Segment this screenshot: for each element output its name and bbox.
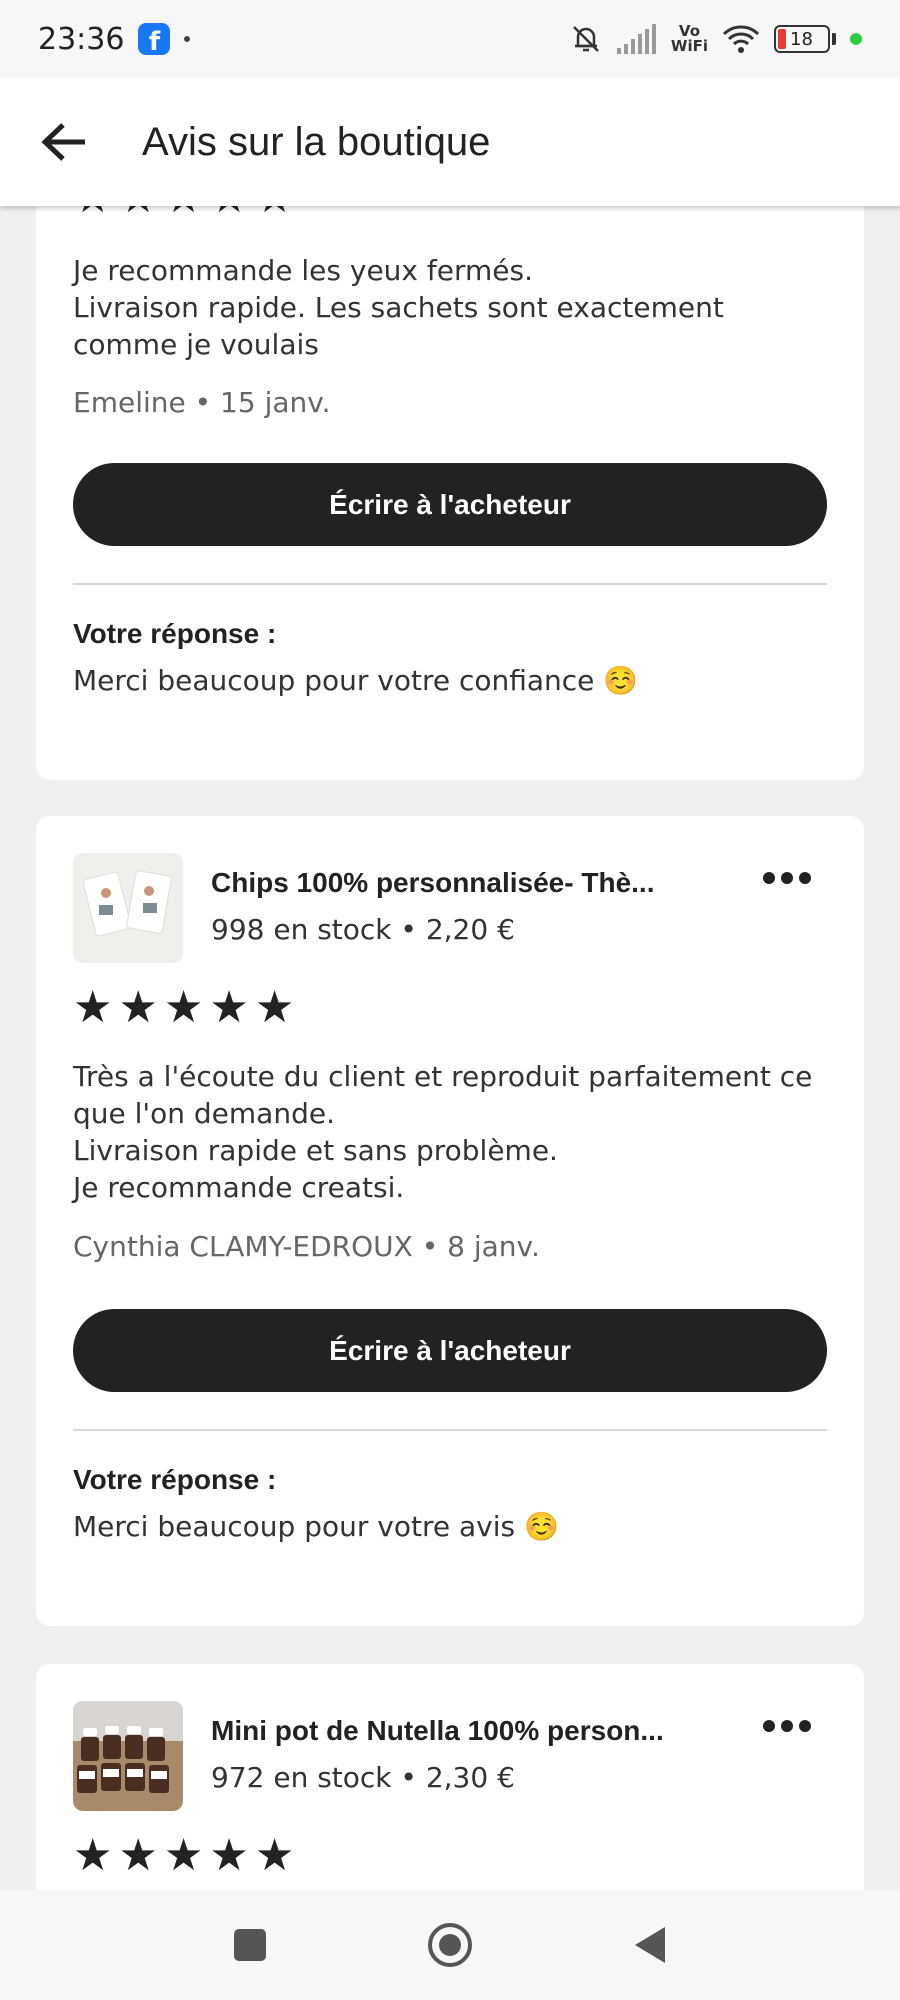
listing-row[interactable]: Mini pot de Nutella 100% person... 972 e… <box>73 1701 827 1811</box>
dot-icon <box>799 1720 811 1732</box>
privacy-indicator-dot <box>850 33 862 45</box>
star-icon: ★ <box>254 1830 295 1881</box>
star-icon: ★ <box>254 982 295 1033</box>
review-text: Je recommande les yeux fermés. Livraison… <box>73 254 724 361</box>
listing-stock-price: 998 en stock • 2,20 € <box>211 913 515 946</box>
signal-icon <box>616 24 657 54</box>
divider <box>73 583 827 585</box>
star-icon: ★ <box>209 1830 249 1881</box>
listing-info: Mini pot de Nutella 100% person... 972 e… <box>211 1701 741 1794</box>
star-icon: ★ <box>118 1830 158 1881</box>
recent-apps-icon <box>234 1929 266 1961</box>
listing-thumbnail[interactable] <box>73 853 183 963</box>
status-icons: Vo WiFi 18 <box>569 22 862 56</box>
review-card: Mini pot de Nutella 100% person... 972 e… <box>36 1664 864 1890</box>
page-title: Avis sur la boutique <box>142 119 491 164</box>
notification-dot-icon <box>184 36 191 42</box>
status-time: 23:36 <box>38 21 125 57</box>
back-nav-button[interactable] <box>620 1915 680 1975</box>
response-label: Votre réponse : <box>73 618 277 649</box>
home-button[interactable] <box>420 1915 480 1975</box>
more-options-button[interactable] <box>747 853 827 903</box>
dot-icon <box>781 1720 793 1732</box>
arrow-left-icon <box>41 123 85 161</box>
reviews-list[interactable]: ★ ★ ★ ★ ★ Je recommande les yeux fermés.… <box>0 206 900 1890</box>
more-options-button[interactable] <box>747 1701 827 1751</box>
battery-tip <box>832 33 836 45</box>
facebook-icon: f <box>138 23 171 55</box>
dot-icon <box>763 1720 775 1732</box>
listing-thumbnail[interactable] <box>73 1701 183 1811</box>
star-icon: ★ <box>118 206 157 220</box>
listing-row[interactable]: Chips 100% personnalisée- Thè... 998 en … <box>73 853 827 963</box>
divider <box>73 1429 827 1431</box>
star-icon: ★ <box>163 982 204 1033</box>
vowifi-label: Vo WiFi <box>670 22 708 55</box>
star-icon: ★ <box>163 1830 204 1881</box>
response-text: Merci beaucoup pour votre avis ☺️ <box>73 1510 559 1543</box>
star-icon: ★ <box>73 982 113 1033</box>
listing-stock-price: 972 en stock • 2,30 € <box>211 1761 515 1794</box>
write-to-buyer-button[interactable]: Écrire à l'acheteur <box>73 463 827 546</box>
dot-icon <box>763 872 775 884</box>
star-icon: ★ <box>209 206 248 220</box>
reviewer-name-date: Cynthia CLAMY-EDROUX • 8 janv. <box>73 1230 540 1263</box>
star-icon: ★ <box>73 1830 113 1881</box>
wifi-icon <box>722 24 760 54</box>
star-rating: ★ ★ ★ ★ ★ <box>73 1834 294 1878</box>
listing-info: Chips 100% personnalisée- Thè... 998 en … <box>211 853 741 946</box>
dot-icon <box>799 872 811 884</box>
star-rating: ★ ★ ★ ★ ★ <box>73 206 294 220</box>
star-icon: ★ <box>118 982 158 1033</box>
star-icon: ★ <box>209 982 249 1033</box>
recent-apps-button[interactable] <box>220 1915 280 1975</box>
home-icon <box>428 1923 472 1967</box>
review-card: Chips 100% personnalisée- Thè... 998 en … <box>36 816 864 1626</box>
reviewer-name-date: Emeline • 15 janv. <box>73 386 331 419</box>
back-button[interactable] <box>0 78 128 206</box>
dot-icon <box>781 872 793 884</box>
star-icon: ★ <box>164 206 203 220</box>
review-text: Très a l'écoute du client et reproduit p… <box>73 1060 813 1204</box>
response-text: Merci beaucoup pour votre confiance ☺️ <box>73 664 639 697</box>
system-nav-bar <box>0 1890 900 2000</box>
listing-title[interactable]: Chips 100% personnalisée- Thè... <box>211 867 741 899</box>
battery-icon: 18 <box>774 25 830 53</box>
listing-title[interactable]: Mini pot de Nutella 100% person... <box>211 1715 741 1747</box>
status-bar: 23:36 f Vo WiFi 18 <box>0 0 900 78</box>
write-to-buyer-button[interactable]: Écrire à l'acheteur <box>73 1309 827 1392</box>
bell-off-icon <box>569 22 603 56</box>
star-rating: ★ ★ ★ ★ ★ <box>73 986 294 1030</box>
star-icon: ★ <box>73 206 112 220</box>
review-card: ★ ★ ★ ★ ★ Je recommande les yeux fermés.… <box>36 206 864 780</box>
app-bar: Avis sur la boutique <box>0 78 900 206</box>
back-triangle-icon <box>635 1927 665 1963</box>
star-icon: ★ <box>255 206 294 220</box>
response-label: Votre réponse : <box>73 1464 277 1495</box>
